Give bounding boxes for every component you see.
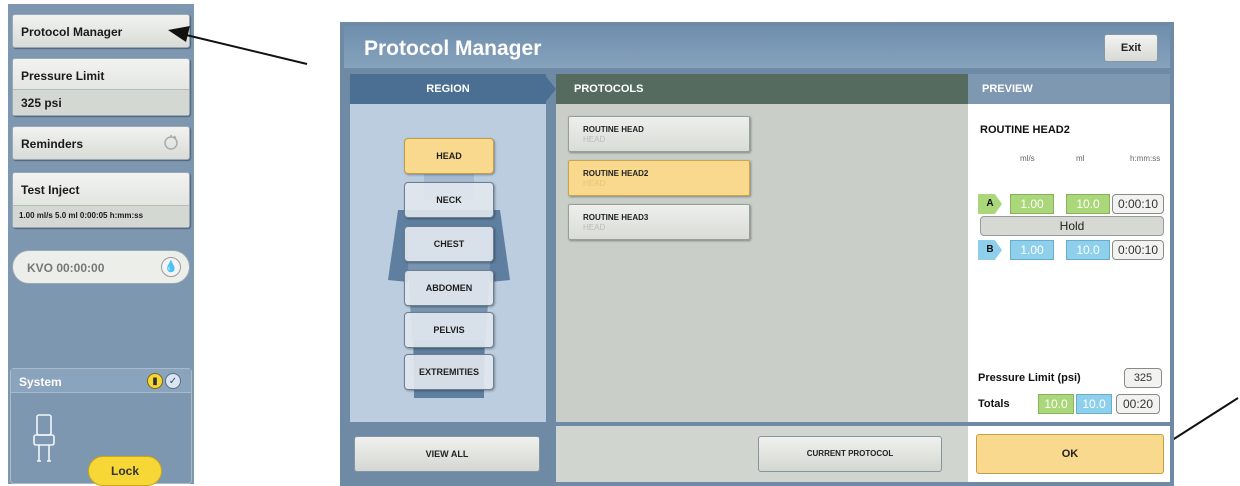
protocol-manager-window: Protocol Manager Exit REGION HEAD NECK C…: [340, 22, 1174, 486]
phase-a-tag: A: [978, 194, 1002, 214]
preview-header: PREVIEW: [968, 74, 1170, 104]
protocol-manager-label: Protocol Manager: [21, 25, 123, 39]
droplet-icon: 💧: [161, 257, 181, 277]
test-inject-value: 1.00 ml/s 5.0 ml 0:00:05 h:mm:ss: [13, 205, 189, 227]
pressure-limit-value: 325 psi: [13, 89, 189, 115]
phase-b-duration[interactable]: 0:00:10: [1112, 240, 1164, 260]
protocol-item-selected[interactable]: ROUTINE HEAD2 HEAD: [568, 160, 750, 196]
test-inject-label: Test Inject: [21, 183, 80, 197]
kvo-button[interactable]: KVO 00:00:00 💧: [12, 250, 190, 284]
window-title: Protocol Manager: [364, 37, 542, 60]
totals-a-volume: 10.0: [1038, 394, 1074, 414]
region-header: REGION: [350, 74, 546, 104]
totals-b-volume: 10.0: [1076, 394, 1112, 414]
view-all-button[interactable]: VIEW ALL: [354, 436, 540, 472]
region-neck-button[interactable]: NECK: [404, 182, 494, 218]
phase-b-rate[interactable]: 1.00: [1010, 240, 1054, 260]
system-header: System ▮ ✓: [11, 369, 191, 393]
injector-sidebar: Protocol Manager Pressure Limit 325 psi …: [8, 4, 194, 484]
preview-protocol-name: ROUTINE HEAD2: [980, 124, 1070, 136]
totals-label: Totals: [978, 398, 1010, 410]
current-protocol-button[interactable]: CURRENT PROTOCOL: [758, 436, 942, 472]
protocol-item[interactable]: ROUTINE HEAD HEAD: [568, 116, 750, 152]
region-chest-button[interactable]: CHEST: [404, 226, 494, 262]
kvo-label: KVO 00:00:00: [27, 261, 105, 275]
timer-icon: [161, 133, 181, 153]
lock-button[interactable]: Lock: [88, 456, 162, 486]
phase-b-volume[interactable]: 10.0: [1066, 240, 1110, 260]
reminders-label: Reminders: [21, 137, 84, 151]
region-extremities-button[interactable]: EXTREMITIES: [404, 354, 494, 390]
totals-time: 00:20: [1116, 394, 1160, 414]
phase-a-rate[interactable]: 1.00: [1010, 194, 1054, 214]
protocol-item[interactable]: ROUTINE HEAD3 HEAD: [568, 204, 750, 240]
phase-b-tag: B: [978, 240, 1002, 260]
protocol-region: HEAD: [583, 223, 606, 232]
region-abdomen-button[interactable]: ABDOMEN: [404, 270, 494, 306]
pressure-limit-psi-value: 325: [1124, 368, 1162, 388]
reminders-button[interactable]: Reminders: [12, 126, 190, 160]
phase-a-duration[interactable]: 0:00:10: [1112, 194, 1164, 214]
hold-phase[interactable]: Hold: [980, 216, 1164, 236]
check-icon[interactable]: ✓: [165, 373, 181, 389]
protocol-name: ROUTINE HEAD: [583, 125, 644, 134]
preview-panel: ROUTINE HEAD2 ml/s ml h:mm:ss A 1.00 10.…: [968, 104, 1170, 422]
protocol-name: ROUTINE HEAD3: [583, 213, 649, 222]
column-duration-header: h:mm:ss: [1130, 154, 1161, 163]
protocol-region: HEAD: [583, 135, 606, 144]
phase-a-volume[interactable]: 10.0: [1066, 194, 1110, 214]
protocol-name: ROUTINE HEAD2: [583, 169, 649, 178]
syringe-status-icon[interactable]: ▮: [147, 373, 163, 389]
column-rate-header: ml/s: [1020, 154, 1035, 163]
protocol-region: HEAD: [583, 179, 606, 188]
region-panel: HEAD NECK CHEST ABDOMEN PELVIS EXTREMITI…: [350, 104, 546, 422]
pressure-limit-psi-label: Pressure Limit (psi): [978, 372, 1081, 384]
system-label: System: [19, 375, 62, 389]
exit-button[interactable]: Exit: [1104, 34, 1158, 62]
test-inject-button[interactable]: Test Inject 1.00 ml/s 5.0 ml 0:00:05 h:m…: [12, 172, 190, 228]
annotation-arrow-left: [168, 26, 308, 65]
injector-head-icon: [33, 414, 55, 462]
region-head-button[interactable]: HEAD: [404, 138, 494, 174]
region-pelvis-button[interactable]: PELVIS: [404, 312, 494, 348]
title-bar: Protocol Manager Exit: [344, 26, 1170, 68]
protocols-panel: ROUTINE HEAD HEAD ROUTINE HEAD2 HEAD ROU…: [556, 104, 970, 422]
column-volume-header: ml: [1076, 154, 1085, 163]
ok-button[interactable]: OK: [976, 434, 1164, 474]
pressure-limit-label: Pressure Limit: [21, 69, 105, 83]
protocols-header: PROTOCOLS: [556, 74, 970, 104]
